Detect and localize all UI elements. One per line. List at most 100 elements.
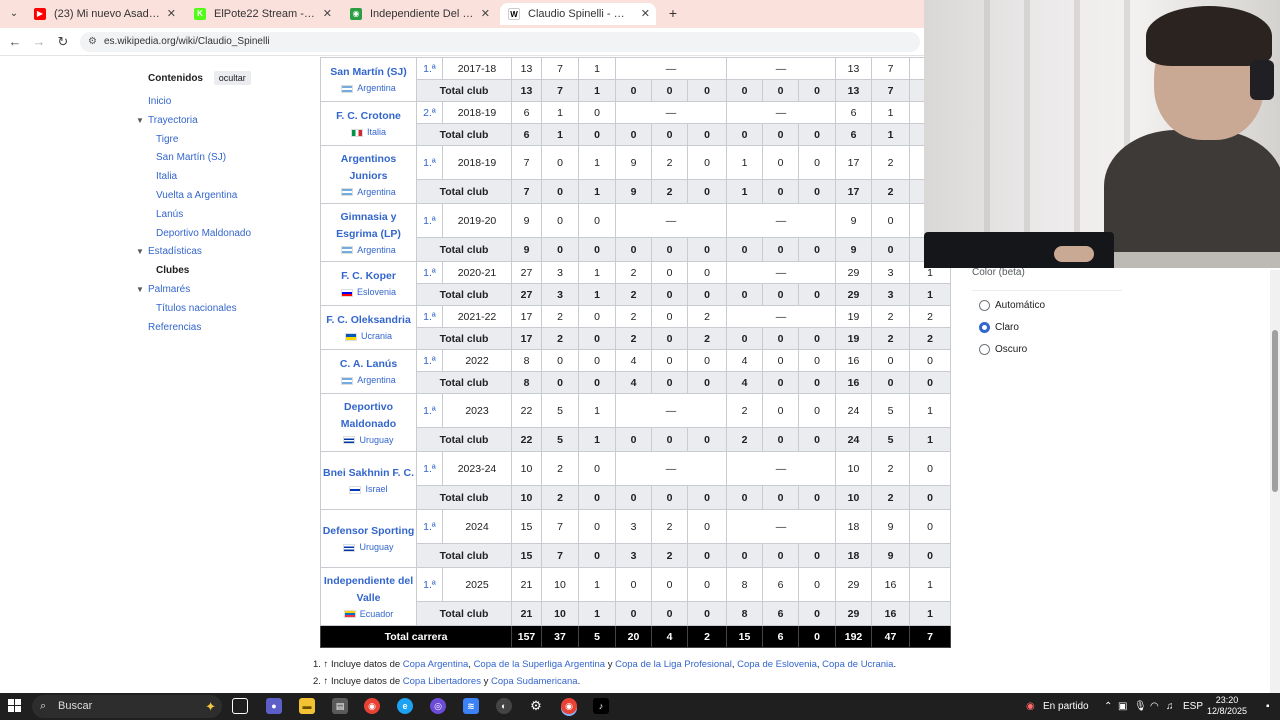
status-text[interactable]: En partido	[1043, 693, 1089, 720]
club-name-cell[interactable]: Bnei Sakhnin F. C. Israel	[320, 451, 417, 510]
notification-bell-icon[interactable]: ▪	[1266, 693, 1270, 720]
radio-button-icon[interactable]	[979, 321, 990, 333]
close-tab-icon[interactable]: ✕	[481, 3, 490, 25]
country-link[interactable]: Argentina	[322, 185, 415, 199]
note-link[interactable]: Copa de Eslovenia	[737, 659, 817, 670]
toc-item[interactable]: Clubes	[134, 262, 314, 281]
toc-item[interactable]: San Martín (SJ)	[134, 149, 314, 168]
microphone-icon[interactable]: 🎙	[1134, 693, 1147, 720]
country-link[interactable]: Ecuador	[322, 607, 415, 621]
club-link[interactable]: F. C. Koper	[341, 270, 396, 282]
toc-item[interactable]: Referencias	[134, 319, 314, 338]
browser-tab[interactable]: K ElPote22 Stream - Watch Live o ✕	[186, 3, 338, 25]
club-name-cell[interactable]: Independiente del Valle Ecuador	[320, 567, 417, 626]
note-link[interactable]: Copa Libertadores	[403, 676, 481, 687]
club-name-cell[interactable]: Gimnasia y Esgrima (LP) Argentina	[320, 203, 417, 262]
note-link[interactable]: Copa de Ucrania	[822, 659, 893, 670]
taskbar-search-input[interactable]: ⌕ Buscar ✦	[32, 695, 222, 718]
volume-icon[interactable]: ♫	[1166, 693, 1174, 720]
toc-item[interactable]: ▼ Trayectoria	[134, 112, 314, 131]
country-link[interactable]: Argentina	[322, 81, 415, 95]
reload-icon[interactable]: ↻	[54, 33, 72, 51]
settings-gear-icon[interactable]: ⚙	[528, 698, 544, 714]
toc-item[interactable]: Italia	[134, 168, 314, 187]
tab-list-chevron-icon[interactable]: ⌄	[6, 6, 22, 22]
note-link[interactable]: Copa Argentina	[403, 659, 469, 670]
club-name-cell[interactable]: Argentinos Juniors Argentina	[320, 145, 417, 204]
caret-down-icon[interactable]: ▼	[136, 281, 144, 300]
club-name-cell[interactable]: C. A. Lanús Argentina	[320, 349, 417, 394]
toc-item[interactable]: Tigre	[134, 131, 314, 150]
new-tab-plus-icon[interactable]: +	[664, 4, 682, 22]
task-view-icon[interactable]	[232, 698, 248, 714]
country-link[interactable]: Uruguay	[322, 540, 415, 554]
edge-icon[interactable]: e	[397, 698, 413, 714]
toc-item[interactable]: Inicio	[134, 93, 314, 112]
chrome-icon[interactable]: ◉	[364, 698, 380, 714]
club-name-cell[interactable]: F. C. Crotone Italia	[320, 101, 417, 146]
toc-hide-button[interactable]: ocultar	[213, 71, 251, 85]
site-info-icon[interactable]: ⚙	[88, 32, 97, 52]
country-link[interactable]: Italia	[322, 125, 415, 139]
chrome-active-icon[interactable]: ◉	[561, 698, 577, 714]
store-icon[interactable]: ▤	[332, 698, 348, 714]
club-link[interactable]: San Martín (SJ)	[330, 66, 406, 78]
close-tab-icon[interactable]: ✕	[641, 3, 650, 25]
toc-item[interactable]: ▼ Estadísticas	[134, 243, 314, 262]
club-link[interactable]: F. C. Crotone	[336, 110, 401, 122]
caret-down-icon[interactable]: ▼	[136, 112, 144, 131]
app-icon[interactable]: ◎	[430, 698, 446, 714]
windows-start-icon[interactable]	[8, 699, 22, 713]
forward-arrow-icon[interactable]: →	[30, 33, 48, 51]
toc-item[interactable]: Vuelta a Argentina	[134, 187, 314, 206]
club-name-cell[interactable]: F. C. Koper Eslovenia	[320, 261, 417, 306]
club-link[interactable]: Argentinos Juniors	[341, 153, 396, 182]
tray-overflow-chevron-icon[interactable]: ⌃	[1104, 693, 1112, 720]
toc-item[interactable]: Lanús	[134, 206, 314, 225]
toc-item[interactable]: ▼ Palmarés	[134, 281, 314, 300]
club-link[interactable]: F. C. Oleksandria	[326, 314, 411, 326]
browser-tab[interactable]: ◉ Independiente Del Valle Vs Mu ✕	[342, 3, 496, 25]
club-link[interactable]: Defensor Sporting	[323, 525, 415, 537]
tray-app-icon[interactable]: ▣	[1118, 693, 1127, 720]
browser-tab[interactable]: ▶ (23) Mi nuevo Asador con Brisk ✕	[26, 3, 182, 25]
note-link[interactable]: Copa Sudamericana	[491, 676, 578, 687]
language-indicator[interactable]: ESP	[1183, 693, 1203, 720]
file-explorer-icon[interactable]: ▬	[299, 698, 315, 714]
toc-item[interactable]: Deportivo Maldonado	[134, 225, 314, 244]
country-link[interactable]: Eslovenia	[322, 285, 415, 299]
country-link[interactable]: Uruguay	[322, 433, 415, 447]
country-link[interactable]: Argentina	[322, 373, 415, 387]
club-link[interactable]: Bnei Sakhnin F. C.	[323, 467, 414, 479]
radio-button-icon[interactable]	[979, 299, 990, 311]
club-name-cell[interactable]: F. C. Oleksandria Ucrania	[320, 305, 417, 350]
color-option[interactable]: Oscuro	[972, 339, 1122, 360]
scrollbar-thumb[interactable]	[1272, 330, 1278, 492]
club-name-cell[interactable]: San Martín (SJ) Argentina	[320, 57, 417, 102]
back-arrow-icon[interactable]: ←	[6, 33, 24, 51]
club-link[interactable]: Deportivo Maldonado	[341, 401, 396, 430]
country-link[interactable]: Ucrania	[322, 329, 415, 343]
radio-button-icon[interactable]	[979, 343, 990, 355]
note-link[interactable]: Copa de la Superliga Argentina	[474, 659, 606, 670]
club-link[interactable]: Independiente del Valle	[324, 575, 413, 604]
country-link[interactable]: Israel	[322, 482, 415, 496]
color-option[interactable]: Claro	[972, 317, 1122, 338]
page-scrollbar[interactable]	[1270, 270, 1280, 693]
club-name-cell[interactable]: Deportivo Maldonado Uruguay	[320, 393, 417, 452]
browser-tab[interactable]: W Claudio Spinelli - Wikipedia, la ✕	[500, 3, 656, 25]
club-name-cell[interactable]: Defensor Sporting Uruguay	[320, 509, 417, 568]
url-field[interactable]: ⚙ es.wikipedia.org/wiki/Claudio_Spinelli	[80, 32, 920, 52]
tiktok-icon[interactable]: ♪	[593, 698, 609, 714]
country-link[interactable]: Argentina	[322, 243, 415, 257]
system-clock[interactable]: 23:20 12/8/2025	[1204, 695, 1250, 717]
caret-down-icon[interactable]: ▼	[136, 243, 144, 262]
app-icon[interactable]: ≋	[463, 698, 479, 714]
copilot-icon[interactable]: ●	[266, 698, 282, 714]
club-link[interactable]: C. A. Lanús	[340, 358, 397, 370]
club-link[interactable]: Gimnasia y Esgrima (LP)	[336, 211, 401, 240]
obs-icon[interactable]: ◐	[496, 698, 512, 714]
note-link[interactable]: Copa de la Liga Profesional	[615, 659, 732, 670]
wifi-icon[interactable]: ◠	[1150, 693, 1159, 720]
toc-item[interactable]: Títulos nacionales	[134, 300, 314, 319]
